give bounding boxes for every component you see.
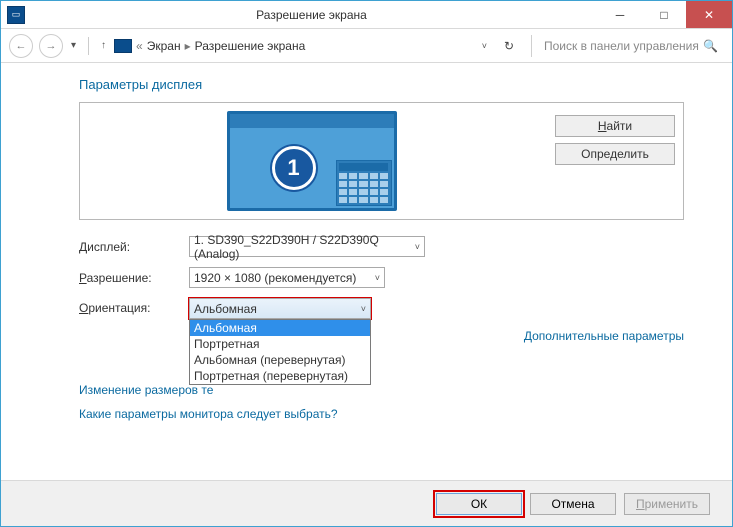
path-dropdown[interactable]: ˅ <box>482 41 487 51</box>
up-button[interactable]: ↑ <box>101 40 106 51</box>
orientation-label: Ориентация: <box>79 298 189 315</box>
which-monitor-link[interactable]: Какие параметры монитора следует выбрать… <box>79 407 684 421</box>
window-title: Разрешение экрана <box>25 8 598 22</box>
search-placeholder: Поиск в панели управления <box>544 39 699 53</box>
resolution-value: 1920 × 1080 (рекомендуется) <box>194 271 356 285</box>
separator <box>531 35 532 57</box>
apply-button: Применить <box>624 493 710 515</box>
orientation-option-landscape-flipped[interactable]: Альбомная (перевернутая) <box>190 352 370 368</box>
page-heading: Параметры дисплея <box>79 77 684 92</box>
orientation-option-portrait[interactable]: Портретная <box>190 336 370 352</box>
app-icon: ▭ <box>7 6 25 24</box>
back-button[interactable]: ← <box>9 34 33 58</box>
advanced-settings-link[interactable]: Дополнительные параметры <box>524 329 684 343</box>
window-controls: ─ □ ✕ <box>598 1 732 28</box>
monitor-grid-icon <box>336 160 392 206</box>
chevron-down-icon: ˅ <box>361 304 366 314</box>
display-select[interactable]: 1. SD390_S22D390H / S22D390Q (Analog) ˅ <box>189 236 425 257</box>
chevron-down-icon: ˅ <box>415 242 420 252</box>
monitor-preview[interactable]: 1 <box>227 111 397 211</box>
close-button[interactable]: ✕ <box>686 1 732 28</box>
orientation-value: Альбомная <box>194 302 257 316</box>
breadcrumb-item-screen[interactable]: Экран <box>147 39 181 53</box>
orientation-option-portrait-flipped[interactable]: Портретная (перевернутая) <box>190 368 370 384</box>
find-button[interactable]: Найти <box>555 115 675 137</box>
resize-text-link[interactable]: Изменение размеров те <box>79 383 684 397</box>
orientation-control: Альбомная ˅ Альбомная Портретная Альбомн… <box>189 298 371 319</box>
help-links: Изменение размеров те Какие параметры мо… <box>79 383 684 421</box>
breadcrumb-arrow: ▸ <box>185 39 191 53</box>
refresh-button[interactable]: ↻ <box>499 39 519 53</box>
orientation-dropdown: Альбомная Портретная Альбомная (переверн… <box>189 319 371 385</box>
orientation-select[interactable]: Альбомная ˅ <box>189 298 371 319</box>
window-frame: ▭ Разрешение экрана ─ □ ✕ ← → ▾ ↑ « Экра… <box>0 0 733 527</box>
orientation-option-landscape[interactable]: Альбомная <box>190 320 370 336</box>
chevron-down-icon: ˅ <box>375 273 380 283</box>
resolution-row: Разрешение: 1920 × 1080 (рекомендуется) … <box>79 267 684 288</box>
separator <box>88 37 89 55</box>
display-row: Дисплей: 1. SD390_S22D390H / S22D390Q (A… <box>79 236 684 257</box>
footer-bar: ОК Отмена Применить <box>1 480 732 526</box>
forward-button[interactable]: → <box>39 34 63 58</box>
recent-dropdown[interactable]: ▾ <box>71 40 76 51</box>
orientation-row: Ориентация: Альбомная ˅ Альбомная Портре… <box>79 298 684 319</box>
cancel-button[interactable]: Отмена <box>530 493 616 515</box>
breadcrumb-sep: « <box>136 39 143 53</box>
search-box[interactable]: Поиск в панели управления 🔍 <box>544 39 724 53</box>
navbar: ← → ▾ ↑ « Экран ▸ Разрешение экрана ˅ ↻ … <box>1 29 732 63</box>
resolution-label: Разрешение: <box>79 271 189 285</box>
search-icon: 🔍 <box>703 39 718 53</box>
maximize-button[interactable]: □ <box>642 1 686 28</box>
monitor-icon <box>114 39 132 53</box>
ok-button[interactable]: ОК <box>436 493 522 515</box>
minimize-button[interactable]: ─ <box>598 1 642 28</box>
preview-holder: 1 <box>88 111 535 211</box>
display-label: Дисплей: <box>79 240 189 254</box>
resolution-select[interactable]: 1920 × 1080 (рекомендуется) ˅ <box>189 267 385 288</box>
display-value: 1. SD390_S22D390H / S22D390Q (Analog) <box>194 233 415 261</box>
side-buttons: Найти Определить <box>555 111 675 165</box>
breadcrumb-item-resolution[interactable]: Разрешение экрана <box>195 39 306 53</box>
monitor-number-badge: 1 <box>272 146 316 190</box>
detect-button[interactable]: Определить <box>555 143 675 165</box>
content-area: Параметры дисплея 1 Найти Определить <box>1 63 732 441</box>
titlebar: ▭ Разрешение экрана ─ □ ✕ <box>1 1 732 29</box>
advanced-link-row: Дополнительные параметры <box>79 329 684 343</box>
display-preview-panel: 1 Найти Определить <box>79 102 684 220</box>
breadcrumb[interactable]: « Экран ▸ Разрешение экрана <box>114 39 476 53</box>
